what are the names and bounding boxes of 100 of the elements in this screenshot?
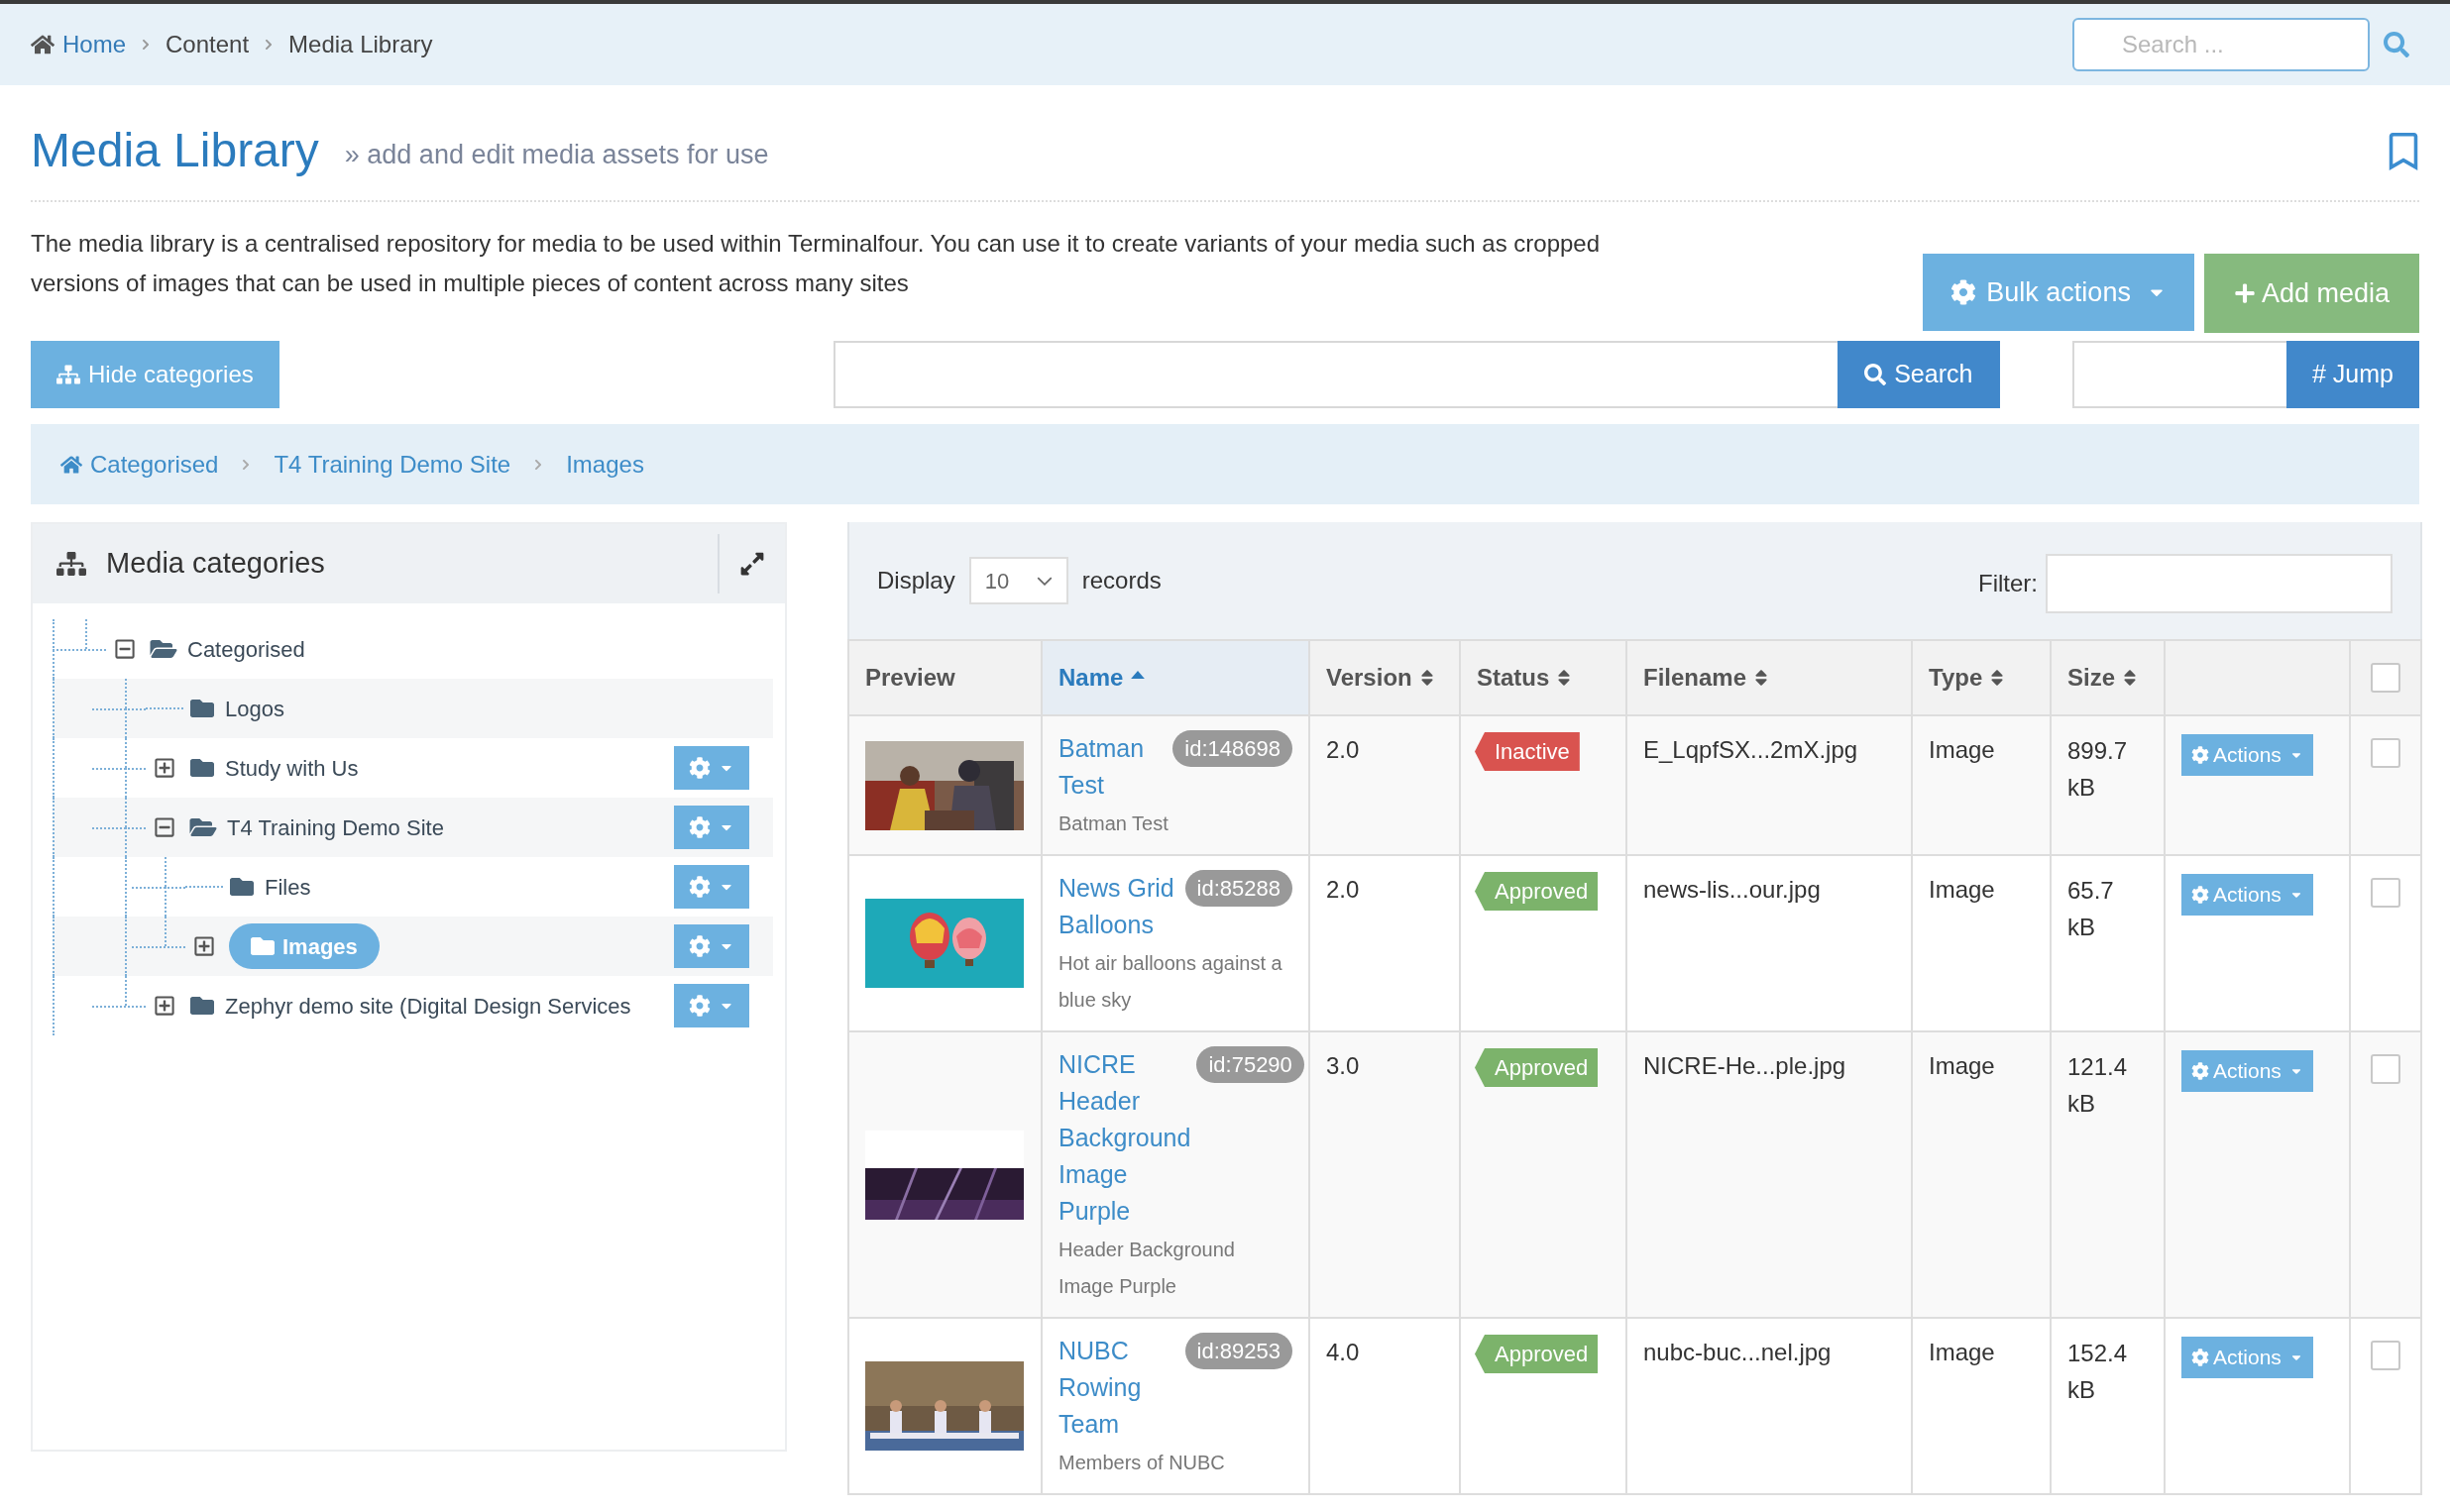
tree-item[interactable]: Files: [229, 870, 311, 904]
id-badge: id:148698: [1172, 730, 1292, 767]
category-path-link[interactable]: T4 Training Demo Site: [274, 446, 511, 483]
sort-ascending-icon: [1131, 671, 1146, 679]
filter-field[interactable]: [2046, 554, 2393, 613]
tree-item-label: Categorised: [187, 635, 305, 664]
table-cell: 152.4 kB: [2051, 1318, 2165, 1494]
column-header[interactable]: Size: [2051, 640, 2165, 715]
category-menu-button[interactable]: [674, 984, 749, 1027]
status-tag: Approved: [1475, 1335, 1599, 1373]
breadcrumb-link[interactable]: Home: [31, 27, 127, 62]
expand-icon[interactable]: [193, 935, 215, 957]
media-name-link[interactable]: News Grid Balloons: [1058, 870, 1179, 943]
page-title: Media Library: [31, 127, 319, 174]
checkbox[interactable]: [2371, 1341, 2400, 1370]
checkbox[interactable]: [2371, 663, 2400, 693]
folder-icon: [251, 934, 275, 958]
plus-icon: [2233, 282, 2256, 304]
status-tag: Inactive: [1475, 732, 1580, 771]
media-description: Members of NUBC: [1058, 1451, 1226, 1475]
search-field[interactable]: [833, 341, 1838, 408]
add-media-button[interactable]: Add media: [2203, 254, 2419, 333]
media-name-link[interactable]: Batman Test: [1058, 730, 1168, 804]
actions-button[interactable]: Actions: [2181, 874, 2313, 916]
display-label: Display: [877, 566, 955, 595]
jump-button[interactable]: # Jump: [2286, 341, 2419, 408]
column-header[interactable]: Filename: [1626, 640, 1912, 715]
gear-icon: [2191, 746, 2209, 764]
home-icon: [31, 34, 55, 55]
panel-title: Media categories: [106, 546, 325, 582]
actions-button[interactable]: Actions: [2181, 734, 2313, 776]
gear-icon: [689, 876, 711, 898]
chevron-down-icon: [1036, 576, 1053, 586]
records-label: records: [1081, 566, 1162, 595]
category-menu-button[interactable]: [674, 865, 749, 909]
category-menu-button[interactable]: [674, 806, 749, 849]
tree-item-label: Images: [282, 932, 358, 961]
actions-button[interactable]: Actions: [2181, 1050, 2313, 1092]
table-cell: nubc-buc...nel.jpg: [1626, 1318, 1912, 1494]
tree-item-label: Logos: [225, 695, 284, 723]
bulk-actions-button[interactable]: Bulk actions: [1923, 254, 2194, 331]
breadcrumb-item: Content: [166, 30, 250, 59]
page-subtitle: » add and edit media assets for use: [344, 138, 769, 171]
collapse-icon[interactable]: [154, 816, 175, 838]
category-menu-button[interactable]: [674, 746, 749, 790]
sort-icon: [2123, 668, 2138, 688]
status-tag: Approved: [1475, 1048, 1599, 1087]
hide-categories-button[interactable]: Hide categories: [31, 341, 279, 408]
collapse-icon[interactable]: [114, 638, 136, 660]
jump-field[interactable]: [2072, 341, 2286, 408]
search-button[interactable]: Search: [1837, 341, 2000, 408]
column-header[interactable]: Type: [1912, 640, 2051, 715]
expand-icon[interactable]: [154, 995, 175, 1017]
folder-icon: [189, 697, 215, 720]
id-badge: id:75290: [1196, 1046, 1304, 1083]
search-icon[interactable]: [2384, 32, 2409, 57]
category-menu-button[interactable]: [674, 924, 749, 968]
tree-item-label: T4 Training Demo Site: [227, 813, 444, 842]
media-description: Batman Test: [1058, 811, 1169, 836]
expand-icon[interactable]: [739, 551, 765, 577]
media-name-link[interactable]: NICRE Header Background Image Purple: [1058, 1046, 1191, 1230]
tree-item[interactable]: Categorised: [150, 632, 305, 666]
gear-icon: [2191, 1062, 2209, 1080]
records-select[interactable]: 10: [968, 557, 1068, 604]
table-cell: Image: [1912, 1318, 2051, 1494]
media-description: Hot air balloons against a blue sky: [1058, 951, 1283, 1013]
sort-icon: [1990, 668, 2005, 688]
folder-icon: [229, 875, 255, 899]
search-icon: [1864, 364, 1887, 385]
tree-item[interactable]: Images: [229, 923, 380, 969]
checkbox[interactable]: [2371, 738, 2400, 768]
checkbox[interactable]: [2371, 1054, 2400, 1084]
tree-item[interactable]: Zephyr demo site (Digital Design Services: [189, 989, 631, 1023]
tree-item[interactable]: Logos: [189, 692, 284, 725]
id-badge: id:89253: [1184, 1333, 1292, 1369]
column-header[interactable]: Name: [1042, 640, 1309, 715]
column-header[interactable]: Status: [1460, 640, 1626, 715]
bookmark-icon[interactable]: [2388, 133, 2419, 170]
column-header[interactable]: Version: [1309, 640, 1460, 715]
description-text: The media library is a centralised repository for media to be used within Terminalfour. You can use it to create variants of your media such as cropped versions of images that can be used in multiple pieces of content across many sites: [31, 229, 1602, 298]
media-name-link[interactable]: NUBC Rowing Team: [1058, 1333, 1179, 1443]
tree-item-label: Zephyr demo site (Digital Design Services: [225, 992, 631, 1021]
category-path-link[interactable]: Categorised: [60, 446, 219, 483]
tree-item-label: Files: [265, 873, 311, 902]
sitemap-icon: [56, 550, 86, 578]
actions-button[interactable]: Actions: [2181, 1337, 2313, 1378]
media-description: Header Background Image Purple: [1058, 1238, 1236, 1299]
sort-icon: [1419, 668, 1434, 688]
category-path-link[interactable]: Images: [566, 446, 644, 483]
gear-icon: [2191, 886, 2209, 904]
gear-icon: [2191, 1349, 2209, 1366]
search-field[interactable]: Search ...: [2072, 18, 2370, 71]
sort-icon: [1754, 668, 1769, 688]
tree-item[interactable]: Study with Us: [189, 751, 359, 785]
gear-icon: [689, 816, 711, 838]
tree-item-label: Study with Us: [225, 754, 359, 783]
folder-icon: [189, 994, 215, 1018]
checkbox[interactable]: [2371, 878, 2400, 908]
expand-icon[interactable]: [154, 757, 175, 779]
sort-icon: [1557, 668, 1572, 688]
